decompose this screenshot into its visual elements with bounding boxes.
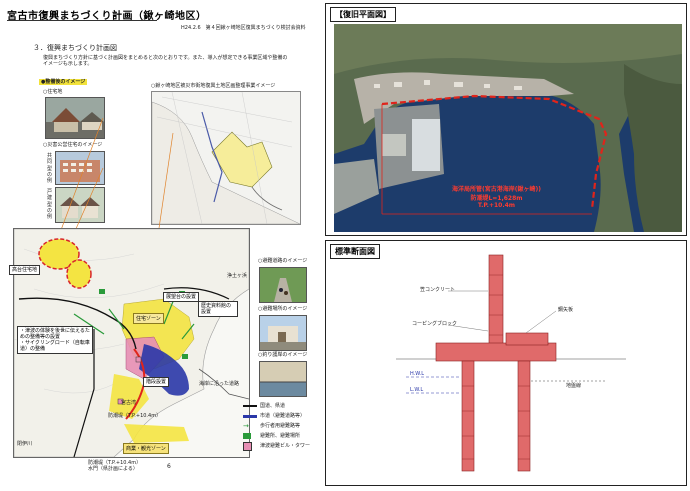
legend-item-shelter: 避難所、避難場所 (243, 431, 323, 441)
miyako-bay-label: 宮古湾 (121, 400, 137, 406)
fishing-park-photo (259, 361, 307, 397)
commerce-zone-label: 商業・観光ゾーン (123, 443, 169, 454)
shelter-icon (243, 433, 251, 439)
restoration-plan-title: 【復旧平面図】 (330, 7, 396, 22)
seawall-caption: 海洋局所管(宮古港海岸(鍬ヶ崎)) 防潮堤L=1,628m T.P.+10.4m (452, 184, 541, 209)
caption-line1: 海洋局所管(宮古港海岸(鍬ヶ崎)) (452, 186, 541, 193)
legend: 国道、県道 市道（避難道路等） → 歩行者用避難路等 避難所、避難場所 津波避難… (243, 401, 323, 451)
label-coping-block: コーピングブロック (412, 321, 458, 327)
cross-section-panel: 標準断面図 笠コンクリート コーピングブロック 鋼矢板 H.W.L L.W.L … (325, 240, 687, 486)
document-page: 宮古市復興まちづくり計画（鍬ヶ崎地区） H24.2.6 第４回鍬ヶ崎地区復興まち… (3, 3, 321, 486)
label-steel-sheet-pile: 鋼矢板 (558, 307, 574, 313)
page-number: 6 (167, 463, 171, 470)
evac-place-photo (259, 315, 307, 351)
coast-road-label: 海岸に沿った道路 (199, 381, 240, 387)
restoration-plan-panel: 【復旧平面図】 海洋局所管(宮古港海岸(鍬ヶ崎)) 防潮堤L=1,628m T.… (325, 3, 687, 236)
legend-item-road-city: 市道（避難道路等） (243, 411, 323, 421)
evac-road-label: ○避難道路のイメージ (258, 258, 308, 264)
label-lwl: L.W.L (410, 387, 424, 393)
tower-icon (243, 441, 252, 451)
legend-item-tower: 津波避難ビル・タワー (243, 441, 323, 451)
history-museum-label: 歴史資料館の設置 (198, 301, 238, 317)
caption-line2: 防潮堤L=1,628m (470, 195, 523, 202)
legend-item-road-national: 国道、県道 (243, 401, 323, 411)
seawall-gate-label: 防潮堤（T.P.+10.4m） 水門（県計画による） (88, 460, 142, 473)
road-city-symbol (243, 414, 257, 418)
observatory-label: 展望台の設置 (163, 292, 200, 302)
road-national-symbol (243, 405, 257, 407)
tsunami-memory-note: ・津波の体験を後世に伝えるための整備等の設置 ・サイクリングロード（自転車道）の… (17, 326, 93, 354)
fishing-park-label: ○釣り護岸のイメージ (258, 352, 308, 358)
label-ground-line: 地盤線 (566, 383, 582, 389)
legend-item-walkway: → 歩行者用避難路等 (243, 421, 301, 430)
walkway-arrow-icon: → (243, 421, 249, 430)
river-label: 閉伊川 (17, 441, 33, 447)
seawall-label: 防潮堤（T.P.+10.4m） (108, 413, 162, 419)
evac-road-photo (259, 267, 307, 303)
residential-zone-label: 住宅ゾーン (133, 313, 164, 324)
evac-stairs-label: 階段設置 (143, 377, 170, 387)
high-ground-label: 高台住宅地 (9, 265, 41, 275)
caption-line3: T.P.+10.4m (477, 202, 516, 209)
label-cap-concrete: 笠コンクリート (420, 287, 456, 293)
jodogahama-label: 浄土ヶ浜 (227, 273, 248, 279)
label-hwl: H.W.L (410, 371, 425, 377)
cross-section-drawing (396, 254, 626, 472)
evac-place-label: ○避難場所のイメージ (258, 306, 308, 312)
